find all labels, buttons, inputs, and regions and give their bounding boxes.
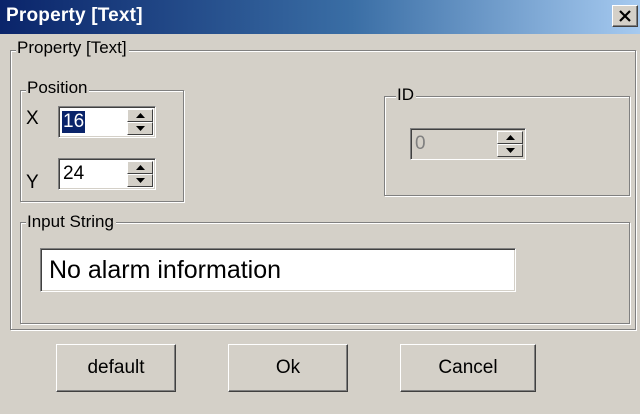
id-spin-field: 0 <box>410 128 526 160</box>
property-group-label: Property [Text] <box>16 38 129 58</box>
y-spin-field[interactable]: 24 <box>58 158 156 190</box>
id-spin-up-button <box>497 131 523 144</box>
default-button[interactable]: default <box>56 344 176 392</box>
y-spin-buttons <box>127 161 153 187</box>
spin-down-arrow-icon <box>136 126 145 131</box>
y-spin-up-button[interactable] <box>127 161 153 174</box>
y-label: Y <box>26 172 39 193</box>
ok-button[interactable]: Ok <box>228 344 348 392</box>
position-group-label: Position <box>26 78 90 98</box>
x-spin-up-button[interactable] <box>127 109 153 122</box>
title-bar[interactable]: Property [Text] <box>0 0 640 34</box>
input-string-field[interactable] <box>40 248 516 292</box>
spin-down-arrow-icon <box>136 178 145 183</box>
x-spin-buttons <box>127 109 153 135</box>
spin-up-arrow-icon <box>506 135 515 140</box>
y-value[interactable]: 24 <box>62 163 85 185</box>
id-group-label: ID <box>396 85 416 105</box>
id-value: 0 <box>415 133 426 154</box>
cancel-button[interactable]: Cancel <box>400 344 536 392</box>
y-spin-down-button[interactable] <box>127 174 153 187</box>
x-label: X <box>26 108 39 129</box>
id-spin-buttons <box>497 131 523 157</box>
x-value[interactable]: 16 <box>62 111 86 133</box>
x-spin-field[interactable]: 16 <box>58 106 156 138</box>
spin-down-arrow-icon <box>506 148 515 153</box>
x-spin-down-button[interactable] <box>127 122 153 135</box>
close-button[interactable] <box>612 5 638 27</box>
spin-up-arrow-icon <box>136 165 145 170</box>
spin-up-arrow-icon <box>136 113 145 118</box>
id-spin-down-button <box>497 144 523 157</box>
input-string-group-label: Input String <box>26 212 116 232</box>
close-icon <box>619 10 631 22</box>
window-title: Property [Text] <box>6 5 143 26</box>
